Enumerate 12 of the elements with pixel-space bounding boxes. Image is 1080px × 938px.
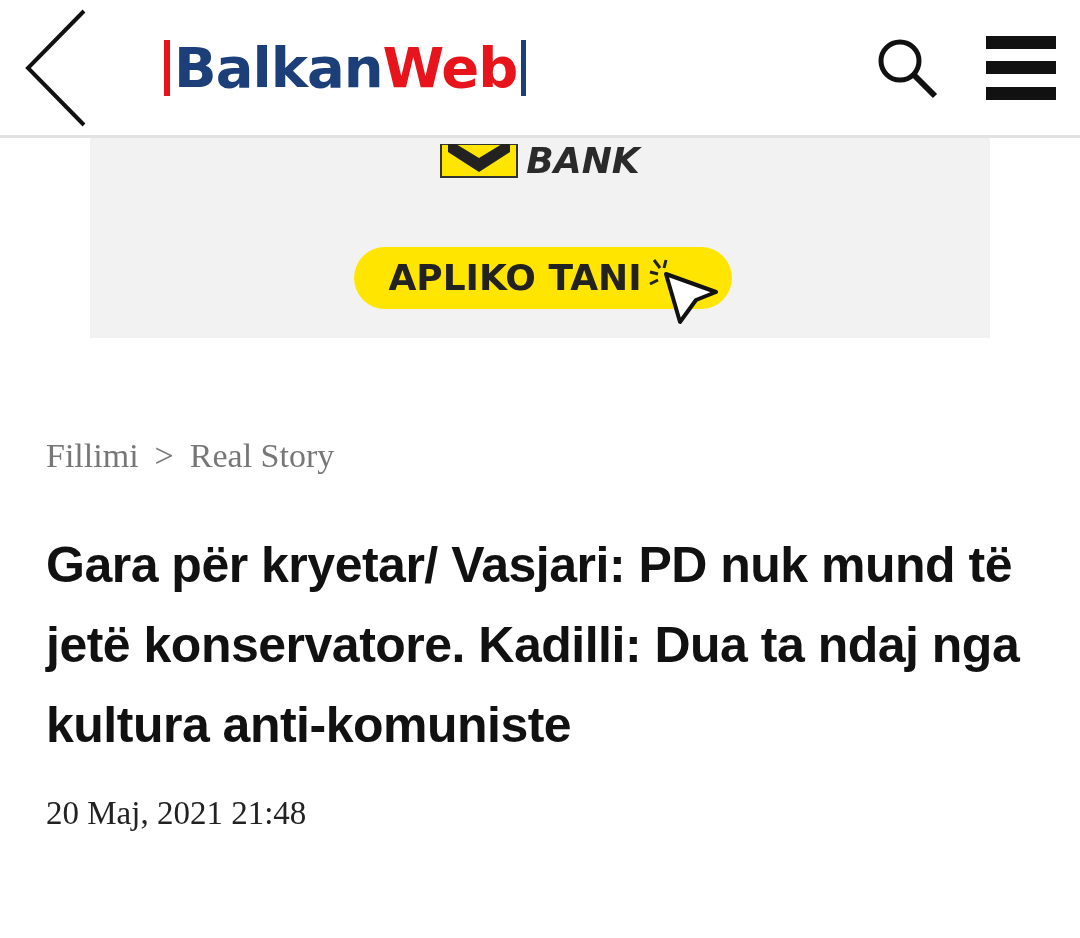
back-icon[interactable] [24, 8, 88, 127]
article-date: 20 Maj, 2021 21:48 [45, 794, 308, 833]
menu-icon[interactable] [986, 35, 1056, 100]
article-title: Gara për kryetar/ Vasjari: PD nuk mund të jetë konservatore. Kadilli: Dua ta ndaj nga kultura anti-komuniste [44, 536, 1021, 755]
breadcrumb-separator: > [154, 436, 174, 476]
brand-name: BANK [526, 139, 640, 183]
logo-icon [440, 144, 519, 178]
apply-button[interactable]: APLIKO TANI [354, 247, 732, 309]
logo[interactable]: BalkanWeb [164, 39, 527, 96]
breadcrumb-link[interactable]: Fillimi [46, 430, 139, 481]
breadcrumb-link[interactable]: Real Story [189, 430, 335, 481]
advertisement-banner[interactable]: BANK APLIKO TANI [90, 138, 990, 338]
